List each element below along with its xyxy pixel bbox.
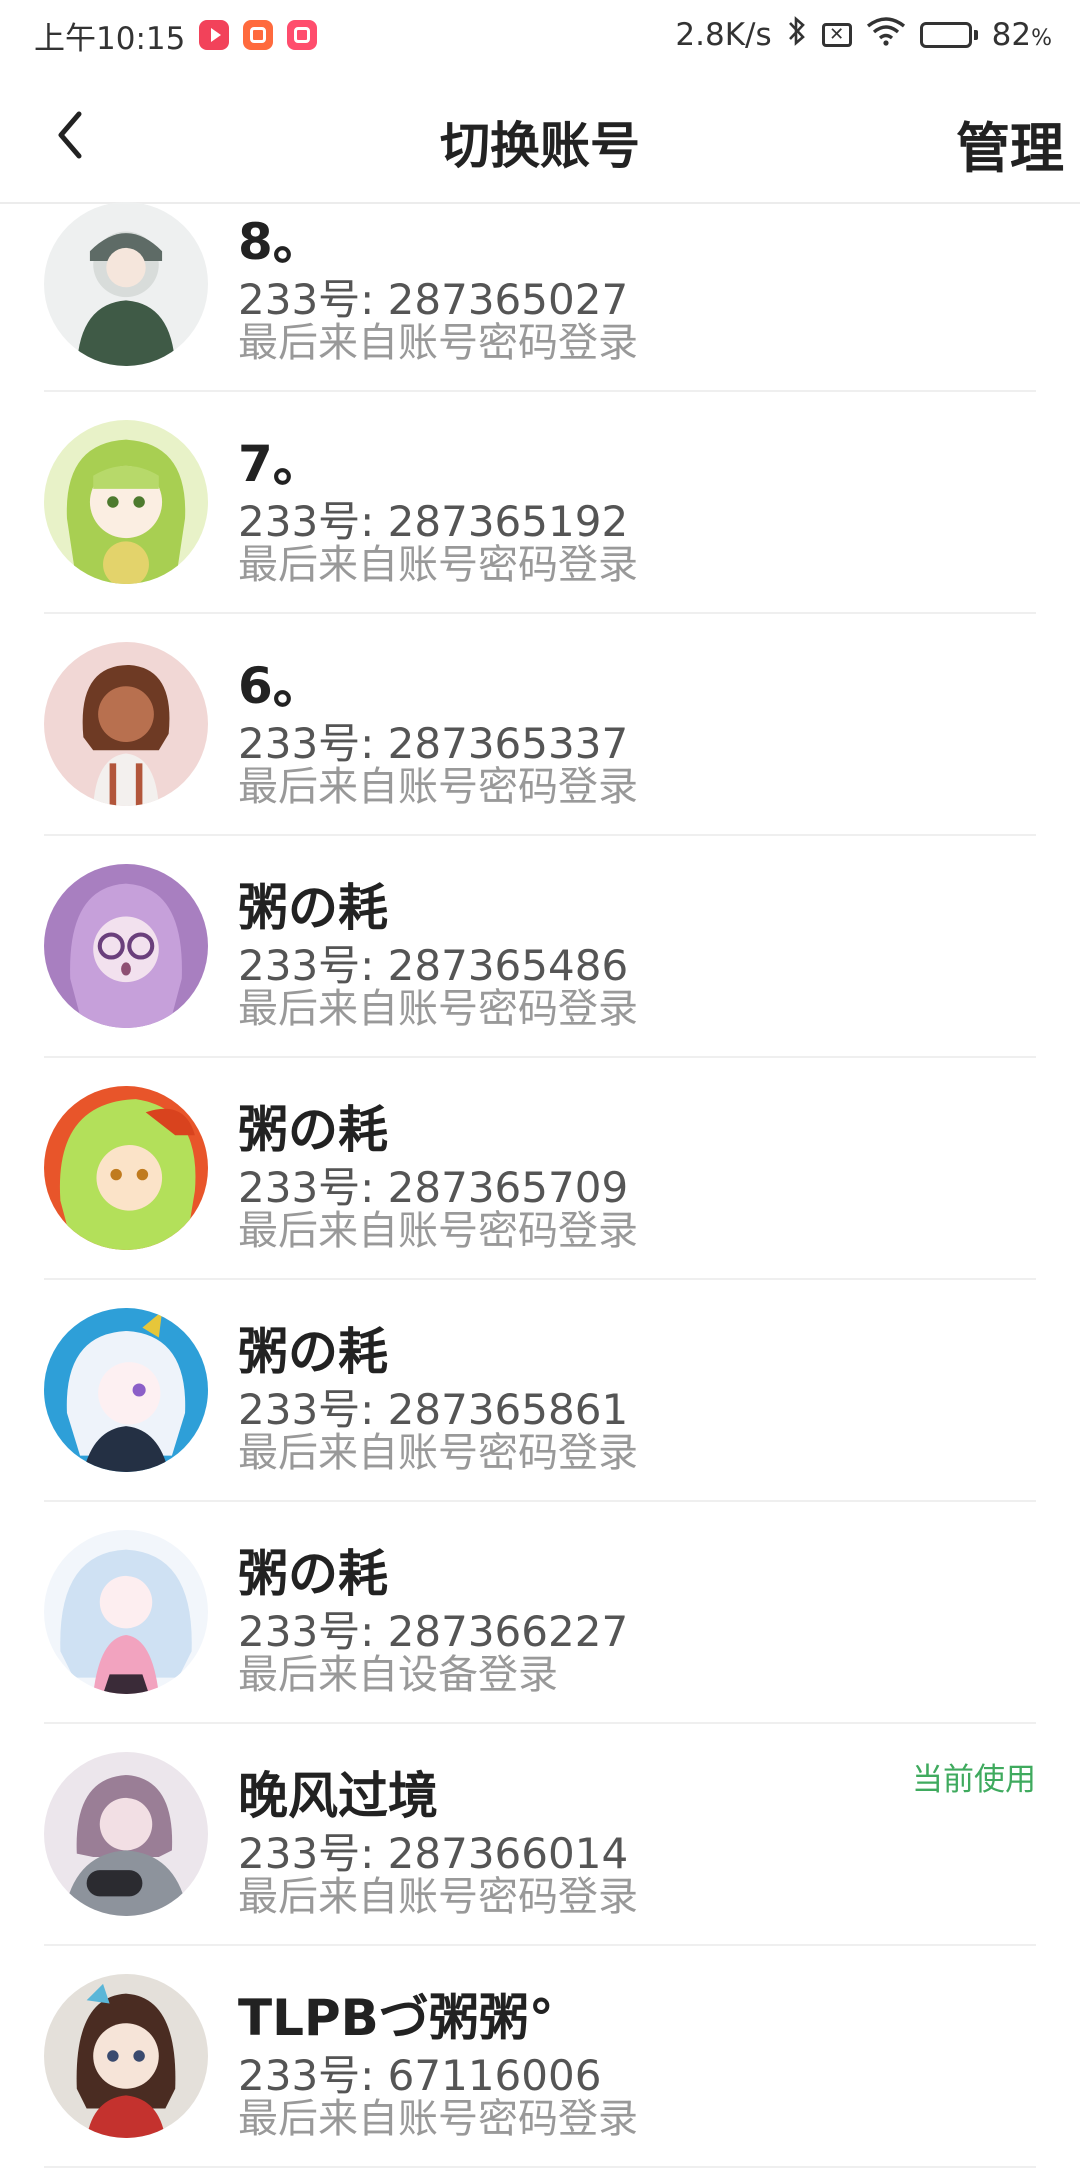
account-name: 8。: [238, 213, 323, 271]
battery-percent: 82%: [991, 17, 1052, 53]
login-source: 最后来自账号密码登录: [238, 1430, 638, 1476]
network-speed: 2.8K/s: [675, 17, 772, 53]
top-app-bar: 切换账号 管理: [0, 70, 1080, 204]
manage-button[interactable]: 管理: [956, 104, 1064, 183]
no-sim-icon: ✕: [821, 23, 852, 47]
login-source: 最后来自账号密码登录: [238, 1208, 638, 1254]
account-name: 6。: [238, 657, 323, 715]
login-source: 最后来自账号密码登录: [238, 986, 638, 1032]
login-source: 最后来自设备登录: [238, 1652, 558, 1698]
avatar: [44, 1974, 208, 2138]
account-name: 粥の耗: [238, 1323, 388, 1381]
bluetooth-icon: [786, 15, 808, 55]
login-source: 最后来自账号密码登录: [238, 320, 638, 366]
account-name: 粥の耗: [238, 879, 388, 937]
account-list: 8。 233号: 287365027 最后来自账号密码登录 7。 233号: 2…: [0, 202, 1080, 2168]
account-name: 7。: [238, 435, 323, 493]
account-item[interactable]: 8。 233号: 287365027 最后来自账号密码登录: [44, 202, 1036, 392]
kuaishou-icon: [287, 20, 318, 50]
current-account-badge: 当前使用: [912, 1762, 1036, 1798]
account-item[interactable]: 7。 233号: 287365192 最后来自账号密码登录: [44, 392, 1036, 614]
page-title: 切换账号: [440, 117, 640, 175]
battery-icon: [919, 22, 978, 48]
avatar: [44, 420, 208, 584]
video-app-icon: [199, 20, 230, 50]
account-item[interactable]: 粥の耗 233号: 287365486 最后来自账号密码登录: [44, 836, 1036, 1058]
avatar: [44, 1308, 208, 1472]
account-item[interactable]: 粥の耗 233号: 287366227 最后来自设备登录: [44, 1502, 1036, 1724]
login-source: 最后来自账号密码登录: [238, 1874, 638, 1920]
login-source: 最后来自账号密码登录: [238, 764, 638, 810]
avatar: [44, 1086, 208, 1250]
account-item[interactable]: TLPBづ粥粥° 233号: 67116006 最后来自账号密码登录: [44, 1946, 1036, 2168]
account-item[interactable]: 6。 233号: 287365337 最后来自账号密码登录: [44, 614, 1036, 836]
login-source: 最后来自账号密码登录: [238, 542, 638, 588]
kuaishou-icon: [243, 20, 274, 50]
account-item[interactable]: 晚风过境 233号: 287366014 最后来自账号密码登录 当前使用: [44, 1724, 1036, 1946]
avatar: [44, 202, 208, 366]
account-name: 粥の耗: [238, 1545, 388, 1603]
account-name: 粥の耗: [238, 1101, 388, 1159]
account-name: 晚风过境: [238, 1767, 438, 1825]
status-bar: 上午10:15 2.8K/s ✕ 82%: [0, 0, 1080, 70]
account-item[interactable]: 粥の耗 233号: 287365709 最后来自账号密码登录: [44, 1058, 1036, 1280]
avatar: [44, 642, 208, 806]
login-source: 最后来自账号密码登录: [238, 2096, 638, 2142]
status-time: 上午10:15: [34, 20, 186, 57]
wifi-icon: [866, 16, 906, 54]
avatar: [44, 864, 208, 1028]
avatar: [44, 1752, 208, 1916]
account-item[interactable]: 粥の耗 233号: 287365861 最后来自账号密码登录: [44, 1280, 1036, 1502]
account-name: TLPBづ粥粥°: [238, 1989, 554, 2047]
avatar: [44, 1530, 208, 1694]
